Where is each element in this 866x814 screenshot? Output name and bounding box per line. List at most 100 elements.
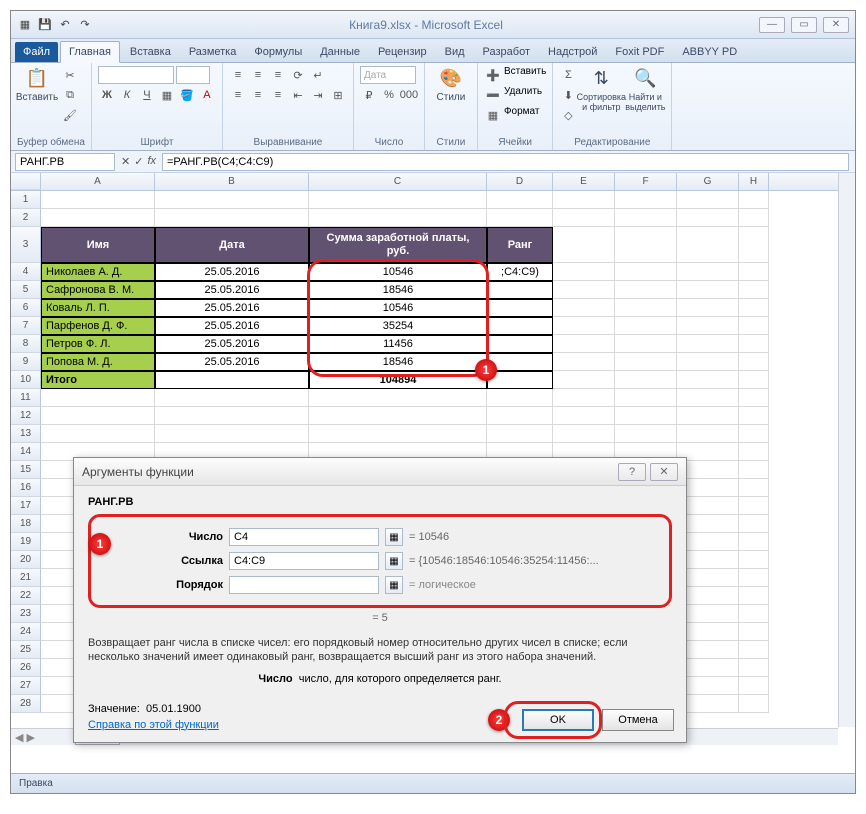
tab-file[interactable]: Файл: [15, 42, 58, 62]
minimize-button[interactable]: —: [759, 17, 785, 33]
row-header[interactable]: 6: [11, 299, 41, 317]
col-header[interactable]: C: [309, 173, 487, 190]
maximize-button[interactable]: ▭: [791, 17, 817, 33]
tab-addins[interactable]: Надстрой: [540, 42, 605, 62]
cancel-formula-icon[interactable]: ✕: [121, 155, 130, 168]
format-cells-icon[interactable]: ▦: [484, 106, 502, 124]
percent-icon[interactable]: %: [380, 86, 398, 104]
table-cell-date[interactable]: 25.05.2016: [155, 281, 309, 299]
range-selector-icon[interactable]: ▦: [385, 552, 403, 570]
row-header[interactable]: 10: [11, 371, 41, 389]
indent-dec-icon[interactable]: ⇤: [289, 86, 307, 104]
ok-button[interactable]: OK: [522, 709, 594, 731]
sort-filter-button[interactable]: ⇅Сортировка и фильтр: [581, 66, 621, 112]
row-header[interactable]: 12: [11, 407, 41, 425]
dialog-help-link[interactable]: Справка по этой функции: [88, 719, 219, 731]
delete-cells-icon[interactable]: ➖: [484, 86, 502, 104]
row-header[interactable]: 22: [11, 587, 41, 605]
font-size-box[interactable]: [176, 66, 210, 84]
row-header[interactable]: 20: [11, 551, 41, 569]
enter-formula-icon[interactable]: ✓: [134, 155, 143, 168]
row-header[interactable]: 7: [11, 317, 41, 335]
row-header[interactable]: 11: [11, 389, 41, 407]
range-selector-icon[interactable]: ▦: [385, 576, 403, 594]
redo-icon[interactable]: ↷: [77, 17, 93, 33]
bold-button[interactable]: Ж: [98, 86, 116, 104]
col-header[interactable]: H: [739, 173, 769, 190]
align-middle-icon[interactable]: ≡: [249, 66, 267, 84]
tab-developer[interactable]: Разработ: [475, 42, 538, 62]
close-button[interactable]: ✕: [823, 17, 849, 33]
styles-button[interactable]: 🎨Стили: [431, 66, 471, 103]
col-header[interactable]: F: [615, 173, 677, 190]
indent-inc-icon[interactable]: ⇥: [309, 86, 327, 104]
save-icon[interactable]: 💾: [37, 17, 53, 33]
row-header[interactable]: 9: [11, 353, 41, 371]
table-cell-sum[interactable]: 11456: [309, 335, 487, 353]
tab-layout[interactable]: Разметка: [181, 42, 245, 62]
wrap-text-icon[interactable]: ↵: [309, 66, 327, 84]
autosum-icon[interactable]: Σ: [559, 66, 577, 84]
dialog-close-button[interactable]: ✕: [650, 463, 678, 481]
row-header[interactable]: 18: [11, 515, 41, 533]
col-header[interactable]: G: [677, 173, 739, 190]
dialog-help-button[interactable]: ?: [618, 463, 646, 481]
tab-view[interactable]: Вид: [437, 42, 473, 62]
italic-button[interactable]: К: [118, 86, 136, 104]
tab-foxit[interactable]: Foxit PDF: [607, 42, 672, 62]
col-header[interactable]: E: [553, 173, 615, 190]
row-header[interactable]: 21: [11, 569, 41, 587]
total-label[interactable]: Итого: [41, 371, 155, 389]
table-cell-name[interactable]: Коваль Л. П.: [41, 299, 155, 317]
row-header[interactable]: 1: [11, 191, 41, 209]
table-cell-name[interactable]: Сафронова В. М.: [41, 281, 155, 299]
table-cell-sum[interactable]: 10546: [309, 263, 487, 281]
table-header-date[interactable]: Дата: [155, 227, 309, 263]
col-header[interactable]: A: [41, 173, 155, 190]
paste-button[interactable]: 📋Вставить: [17, 66, 57, 103]
underline-button[interactable]: Ч: [138, 86, 156, 104]
merge-icon[interactable]: ⊞: [329, 86, 347, 104]
table-cell-rank[interactable]: [487, 335, 553, 353]
fx-icon[interactable]: fx: [147, 155, 156, 168]
tab-data[interactable]: Данные: [312, 42, 368, 62]
table-header-rank[interactable]: Ранг: [487, 227, 553, 263]
table-cell-date[interactable]: 25.05.2016: [155, 263, 309, 281]
table-cell-sum[interactable]: 18546: [309, 281, 487, 299]
format-painter-icon[interactable]: 🖌: [61, 106, 79, 124]
border-button[interactable]: ▦: [158, 86, 176, 104]
col-header[interactable]: B: [155, 173, 309, 190]
align-top-icon[interactable]: ≡: [229, 66, 247, 84]
row-header[interactable]: 8: [11, 335, 41, 353]
row-header[interactable]: 28: [11, 695, 41, 713]
table-cell-name[interactable]: Парфенов Д. Ф.: [41, 317, 155, 335]
row-header[interactable]: 3: [11, 227, 41, 263]
align-left-icon[interactable]: ≡: [229, 86, 247, 104]
row-header[interactable]: 19: [11, 533, 41, 551]
cancel-button[interactable]: Отмена: [602, 709, 674, 731]
tab-formulas[interactable]: Формулы: [246, 42, 310, 62]
table-cell-sum[interactable]: 35254: [309, 317, 487, 335]
copy-icon[interactable]: ⧉: [61, 86, 79, 104]
number-format-box[interactable]: Дата: [360, 66, 416, 84]
undo-icon[interactable]: ↶: [57, 17, 73, 33]
table-cell-sum[interactable]: 18546: [309, 353, 487, 371]
row-header[interactable]: 23: [11, 605, 41, 623]
row-header[interactable]: 4: [11, 263, 41, 281]
row-header[interactable]: 24: [11, 623, 41, 641]
table-header-name[interactable]: Имя: [41, 227, 155, 263]
font-color-button[interactable]: A: [198, 86, 216, 104]
align-right-icon[interactable]: ≡: [269, 86, 287, 104]
insert-cells-icon[interactable]: ➕: [484, 66, 502, 84]
tab-insert[interactable]: Вставка: [122, 42, 179, 62]
arg-order-input[interactable]: [229, 576, 379, 594]
arg-number-input[interactable]: [229, 528, 379, 546]
select-all-corner[interactable]: [11, 173, 41, 190]
row-header[interactable]: 13: [11, 425, 41, 443]
table-cell-rank[interactable]: [487, 299, 553, 317]
table-header-sum[interactable]: Сумма заработной платы,руб.: [309, 227, 487, 263]
font-name-box[interactable]: [98, 66, 174, 84]
tab-abbyy[interactable]: ABBYY PD: [674, 42, 745, 62]
table-cell-rank[interactable]: [487, 317, 553, 335]
row-header[interactable]: 17: [11, 497, 41, 515]
